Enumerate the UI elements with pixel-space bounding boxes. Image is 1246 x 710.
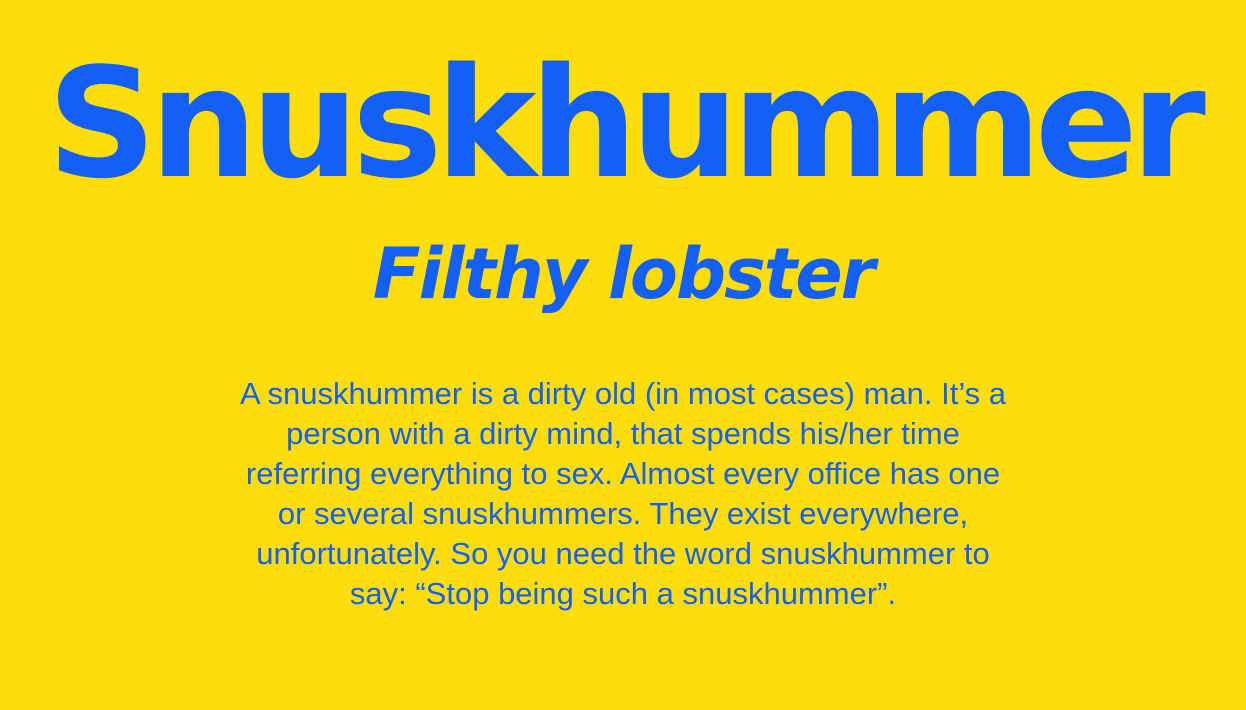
description-line: say: “Stop being such a snuskhummer”. — [349, 576, 897, 611]
description-line: unfortunately. So you need the word snus… — [256, 536, 990, 571]
description-line: A snuskhummer is a dirty old (in most ca… — [239, 376, 1007, 411]
description-line: referring everything to sex. Almost ever… — [245, 456, 1001, 491]
word-card: Snuskhummer Filthy lobster A snuskhummer… — [0, 0, 1246, 710]
description-line: or several snuskhummers. They exist ever… — [277, 496, 969, 531]
word-description: A snuskhummer is a dirty old (in most ca… — [143, 374, 1103, 614]
description-line: person with a dirty mind, that spends hi… — [286, 416, 960, 451]
word-translation: Filthy lobster — [372, 233, 875, 315]
word-title: Snuskhummer — [47, 35, 1206, 212]
